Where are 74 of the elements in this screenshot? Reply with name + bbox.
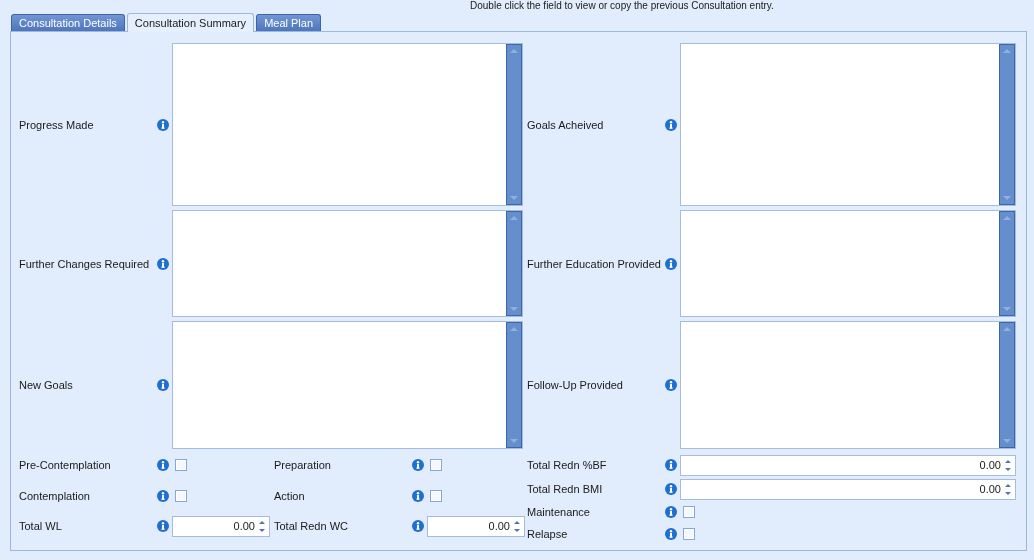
- field-label: Preparation: [274, 459, 331, 471]
- scroll-down-icon[interactable]: [1003, 439, 1011, 443]
- field-label: Total Redn %BF: [527, 459, 607, 471]
- checkbox[interactable]: [430, 459, 442, 471]
- hint-text: Double click the field to view or copy the previous Consultation entry.: [470, 0, 774, 11]
- scrollbar[interactable]: [999, 211, 1015, 316]
- memo-field[interactable]: [172, 321, 523, 449]
- field-label: Progress Made: [19, 118, 94, 131]
- tab[interactable]: Meal Plan: [256, 14, 322, 31]
- info-icon: [412, 459, 424, 471]
- field-label: Pre-Contemplation: [19, 459, 111, 471]
- field-label: Action: [274, 489, 305, 502]
- field-label: Maintenance: [527, 506, 590, 518]
- checkbox[interactable]: [683, 528, 695, 540]
- memo-field[interactable]: [172, 210, 523, 317]
- memo-field[interactable]: [680, 43, 1016, 206]
- field-label: Total Redn BMI: [527, 483, 603, 495]
- info-icon: [665, 118, 677, 131]
- scrollbar[interactable]: [506, 211, 522, 316]
- spin-buttons[interactable]: [1004, 481, 1012, 497]
- info-icon: [412, 489, 424, 502]
- info-icon: [412, 520, 424, 533]
- field-label: Follow-Up Provided: [527, 379, 623, 391]
- tab[interactable]: Consultation Summary: [126, 13, 255, 32]
- checkbox[interactable]: [683, 506, 695, 518]
- scroll-down-icon[interactable]: [510, 196, 518, 200]
- info-icon: [157, 118, 169, 131]
- scroll-down-icon[interactable]: [510, 307, 518, 311]
- info-icon: [665, 379, 677, 391]
- number-field[interactable]: 0.00: [680, 454, 1016, 476]
- checkbox[interactable]: [430, 489, 442, 502]
- number-field[interactable]: 0.00: [680, 478, 1016, 500]
- info-icon: [157, 520, 169, 533]
- scrollbar[interactable]: [999, 44, 1015, 205]
- number-field[interactable]: 0.00: [427, 515, 525, 537]
- scroll-up-icon[interactable]: [510, 327, 518, 331]
- scroll-up-icon[interactable]: [1003, 216, 1011, 220]
- info-icon: [665, 483, 677, 495]
- spin-buttons[interactable]: [1004, 457, 1012, 473]
- scrollbar[interactable]: [506, 322, 522, 448]
- checkbox[interactable]: [175, 489, 187, 502]
- info-icon: [665, 506, 677, 518]
- spin-buttons[interactable]: [258, 518, 266, 534]
- field-label: Total WL: [19, 520, 62, 533]
- memo-field[interactable]: [172, 43, 523, 206]
- scrollbar[interactable]: [999, 322, 1015, 448]
- info-icon: [157, 489, 169, 502]
- scroll-up-icon[interactable]: [1003, 327, 1011, 331]
- scroll-up-icon[interactable]: [510, 216, 518, 220]
- number-field[interactable]: 0.00: [172, 515, 270, 537]
- field-label: Total Redn WC: [274, 520, 348, 533]
- scroll-down-icon[interactable]: [1003, 196, 1011, 200]
- field-label: Relapse: [527, 528, 568, 540]
- scroll-down-icon[interactable]: [1003, 307, 1011, 311]
- info-icon: [665, 459, 677, 471]
- memo-field[interactable]: [680, 210, 1016, 317]
- field-label: Further Changes Required: [19, 257, 150, 270]
- memo-field[interactable]: [680, 321, 1016, 449]
- info-icon: [157, 379, 169, 391]
- info-icon: [665, 528, 677, 540]
- checkbox[interactable]: [175, 459, 187, 471]
- field-label: Further Education Provided: [527, 257, 661, 270]
- scroll-up-icon[interactable]: [510, 49, 518, 53]
- info-icon: [157, 459, 169, 471]
- tab[interactable]: Consultation Details: [11, 14, 125, 31]
- field-label: New Goals: [19, 379, 73, 391]
- field-label: Goals Acheived: [527, 118, 604, 131]
- scroll-up-icon[interactable]: [1003, 49, 1011, 53]
- info-icon: [665, 257, 677, 270]
- scroll-down-icon[interactable]: [510, 439, 518, 443]
- field-label: Contemplation: [19, 489, 90, 502]
- scrollbar[interactable]: [506, 44, 522, 205]
- spin-buttons[interactable]: [513, 518, 521, 534]
- info-icon: [157, 257, 169, 270]
